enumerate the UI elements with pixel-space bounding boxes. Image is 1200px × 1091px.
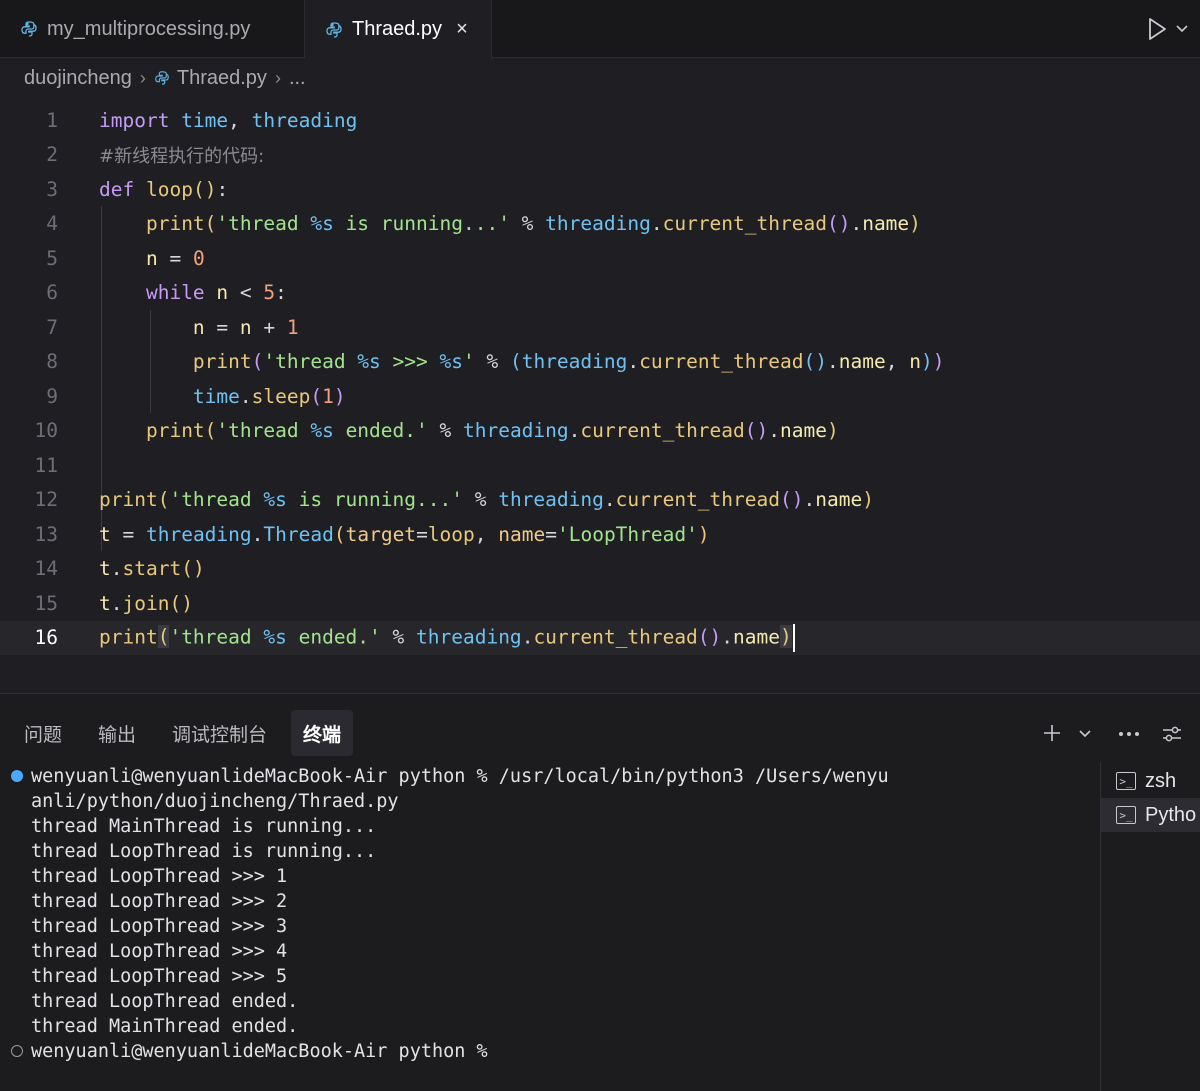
chevron-down-icon[interactable] xyxy=(1078,726,1092,740)
terminal-line: thread LoopThread is running... xyxy=(31,841,377,862)
bottom-panel: 问题 输出 调试控制台 终端 wenyuanli@wenyuanlideMacB… xyxy=(0,694,1200,1091)
line-number: 4 xyxy=(46,212,58,236)
chevron-right-icon: › xyxy=(139,67,146,88)
line-number: 14 xyxy=(34,557,58,581)
python-file-icon xyxy=(20,20,38,38)
code-text: time.sleep(1) xyxy=(192,384,346,408)
chevron-down-icon[interactable] xyxy=(1174,20,1190,36)
code-line[interactable]: 3 def loop(): xyxy=(0,172,1200,207)
terminal-instance-list: >_ zsh >_ Pytho xyxy=(1100,762,1200,1091)
code-line[interactable]: 4 print('thread %s is running...' % thre… xyxy=(0,207,1200,242)
panel-tab-bar: 问题 输出 调试控制台 终端 xyxy=(0,710,354,756)
terminal-line: thread LoopThread >>> 2 xyxy=(31,891,288,912)
code-line[interactable]: 1 import time, threading xyxy=(0,103,1200,138)
code-comment: #新线程执行的代码: xyxy=(99,145,265,167)
terminal-line: thread LoopThread >>> 3 xyxy=(31,916,288,937)
terminal-line: thread LoopThread ended. xyxy=(31,991,299,1012)
code-text: print('thread %s ended.' % threading.cur… xyxy=(145,419,839,443)
code-text: t = threading.Thread(target=loop, name='… xyxy=(99,522,710,546)
breadcrumb-file[interactable]: Thraed.py xyxy=(177,67,267,90)
terminal-icon: >_ xyxy=(1116,806,1136,824)
terminal-line: thread LoopThread >>> 5 xyxy=(31,966,288,987)
code-text: print('thread %s is running...' % thread… xyxy=(145,212,921,236)
code-line[interactable]: 13 t = threading.Thread(target=loop, nam… xyxy=(0,517,1200,552)
terminal-line: thread LoopThread >>> 4 xyxy=(31,941,288,962)
code-text: n = 0 xyxy=(145,246,205,270)
line-number: 15 xyxy=(34,591,58,615)
terminal-line: anli/python/duojincheng/Thraed.py xyxy=(31,791,399,812)
code-text: n = n + 1 xyxy=(192,315,299,339)
terminal-line: thread MainThread ended. xyxy=(31,1016,299,1037)
line-number: 16 xyxy=(34,626,58,650)
code-text: t.start() xyxy=(99,557,205,581)
code-text: print('thread %s is running...' % thread… xyxy=(99,488,874,512)
line-number: 8 xyxy=(46,350,58,374)
run-icon[interactable] xyxy=(1145,16,1169,42)
terminal-line: thread LoopThread >>> 1 xyxy=(31,866,288,887)
line-number: 1 xyxy=(46,108,58,132)
chevron-right-icon: › xyxy=(274,67,281,88)
line-number: 13 xyxy=(34,522,58,546)
line-number: 5 xyxy=(46,246,58,270)
line-number: 7 xyxy=(46,315,58,339)
command-status-dot xyxy=(11,770,23,782)
code-text: print('thread %s >>> %s' % (threading.cu… xyxy=(192,350,945,374)
tab-terminal[interactable]: 终端 xyxy=(291,710,354,756)
command-status-dot xyxy=(11,1045,23,1057)
tab-thraed[interactable]: Thraed.py × xyxy=(305,0,492,59)
line-number: 6 xyxy=(46,281,58,305)
code-line[interactable]: 7 n = n + 1 xyxy=(0,310,1200,345)
tab-label: my_multiprocessing.py xyxy=(47,17,251,40)
terminal-line: wenyuanli@wenyuanlideMacBook-Air python … xyxy=(31,766,889,787)
breadcrumb: duojincheng › Thraed.py › ... xyxy=(24,62,306,94)
code-line[interactable]: 10 print('thread %s ended.' % threading.… xyxy=(0,414,1200,449)
line-number: 9 xyxy=(46,384,58,408)
terminal-prompt: wenyuanli@wenyuanlideMacBook-Air python … xyxy=(31,1041,488,1062)
tab-debug-console[interactable]: 调试控制台 xyxy=(160,710,279,756)
code-line[interactable]: 11 xyxy=(0,448,1200,483)
settings-icon[interactable] xyxy=(1161,723,1183,745)
tab-my-multiprocessing[interactable]: my_multiprocessing.py xyxy=(0,0,305,58)
terminal-instance-python[interactable]: >_ Pytho xyxy=(1101,798,1200,832)
close-icon[interactable]: × xyxy=(456,18,468,41)
code-line[interactable]: 14 t.start() xyxy=(0,552,1200,587)
code-text: print('thread %s ended.' % threading.cur… xyxy=(99,623,795,652)
terminal-line: thread MainThread is running... xyxy=(31,816,377,837)
code-line-active[interactable]: 16 print('thread %s ended.' % threading.… xyxy=(0,620,1200,655)
code-line[interactable]: 6 while n < 5: xyxy=(0,276,1200,311)
breadcrumb-folder[interactable]: duojincheng xyxy=(24,67,132,90)
code-line[interactable]: 9 time.sleep(1) xyxy=(0,379,1200,414)
python-file-icon xyxy=(325,21,343,39)
breadcrumb-more[interactable]: ... xyxy=(289,67,306,90)
line-number: 2 xyxy=(46,143,58,167)
code-text: t.join() xyxy=(99,591,193,615)
code-text: while n < 5: xyxy=(145,281,287,305)
plus-icon[interactable] xyxy=(1041,722,1063,744)
line-number: 11 xyxy=(34,453,58,477)
line-number: 3 xyxy=(46,177,58,201)
terminal-icon: >_ xyxy=(1116,772,1136,790)
terminal-instance-label: Pytho xyxy=(1145,803,1197,826)
python-file-icon xyxy=(154,70,170,86)
terminal-instance-zsh[interactable]: >_ zsh xyxy=(1101,764,1200,798)
code-text: def loop(): xyxy=(99,177,229,201)
code-text: import time, threading xyxy=(99,108,358,132)
line-number: 12 xyxy=(34,488,58,512)
tab-output[interactable]: 输出 xyxy=(86,710,148,756)
more-icon[interactable] xyxy=(1118,731,1140,737)
code-line[interactable]: 5 n = 0 xyxy=(0,241,1200,276)
code-line[interactable]: 12 print('thread %s is running...' % thr… xyxy=(0,483,1200,518)
terminal-instance-label: zsh xyxy=(1145,769,1177,792)
editor-tab-bar: my_multiprocessing.py Thraed.py × xyxy=(0,0,1200,59)
code-line[interactable]: 2 #新线程执行的代码: xyxy=(0,138,1200,173)
code-line[interactable]: 15 t.join() xyxy=(0,586,1200,621)
tab-problems[interactable]: 问题 xyxy=(12,710,74,756)
tab-label: Thraed.py xyxy=(352,18,443,40)
text-cursor xyxy=(792,623,795,652)
line-number: 10 xyxy=(34,419,58,443)
code-line[interactable]: 8 print('thread %s >>> %s' % (threading.… xyxy=(0,345,1200,380)
code-editor[interactable]: 1 import time, threading 2 #新线程执行的代码: 3 … xyxy=(0,103,1200,678)
